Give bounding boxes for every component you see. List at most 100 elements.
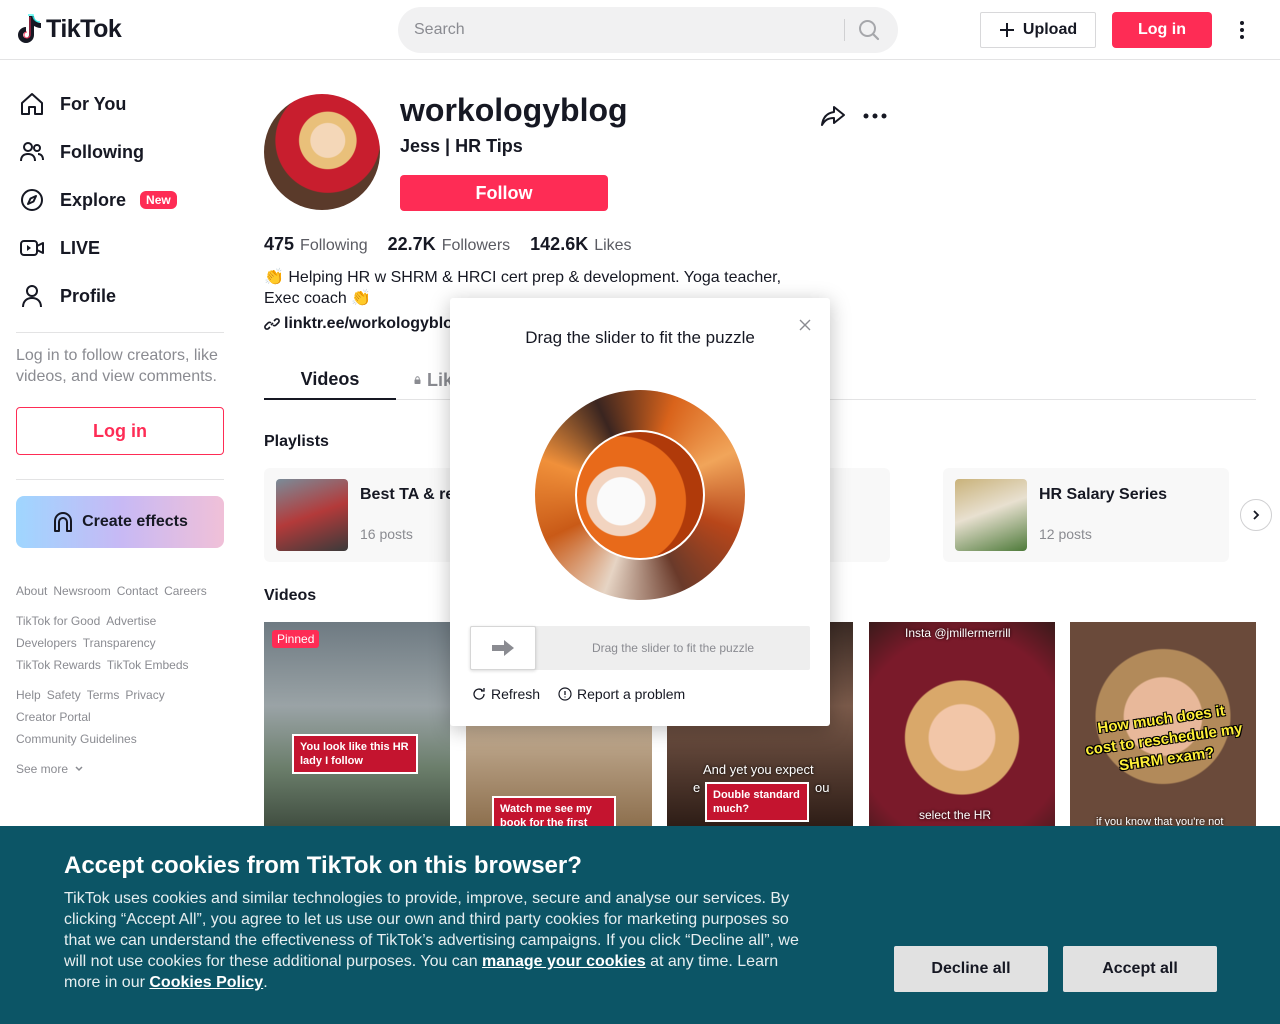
- video-card[interactable]: Pinned You look like this HR lady I foll…: [264, 622, 450, 832]
- video-caption-top: Insta @jmillermerrill: [905, 626, 1011, 640]
- upload-button[interactable]: Upload: [980, 12, 1096, 48]
- followers-stat[interactable]: 22.7K Followers: [388, 234, 511, 255]
- tab-videos[interactable]: Videos: [264, 360, 396, 400]
- create-effects-button[interactable]: Create effects: [16, 496, 224, 548]
- video-caption-top: And yet you expect: [703, 762, 814, 777]
- profile-link[interactable]: linktr.ee/workologyblog: [264, 315, 463, 333]
- sidebar-item-explore[interactable]: Explore New: [16, 176, 224, 224]
- cookies-policy-link[interactable]: Cookies Policy: [149, 974, 263, 991]
- sidebar-item-label: Profile: [60, 285, 117, 306]
- following-stat[interactable]: 475 Following: [264, 234, 368, 255]
- captcha-slider-handle[interactable]: [470, 626, 536, 670]
- footer-link[interactable]: Newsroom: [53, 580, 110, 602]
- link-icon: [264, 318, 280, 330]
- playlist-card[interactable]: HR Salary Series 12 posts: [943, 468, 1229, 562]
- footer-link[interactable]: Privacy: [125, 684, 164, 706]
- video-caption-top: e: [693, 780, 701, 795]
- new-badge: New: [140, 191, 177, 209]
- footer-link[interactable]: Safety: [47, 684, 81, 706]
- arrow-right-icon: [492, 640, 514, 656]
- captcha-slider-track: Drag the slider to fit the puzzle: [470, 626, 810, 670]
- playlist-title: Best TA & re: [360, 486, 455, 503]
- report-problem-button[interactable]: Report a problem: [558, 686, 685, 702]
- users-icon: [16, 136, 48, 168]
- more-horizontal-icon[interactable]: [862, 103, 888, 129]
- cookie-text-part: .: [263, 974, 268, 991]
- cookie-text: TikTok uses cookies and similar technolo…: [64, 888, 814, 993]
- chevron-right-icon: [1253, 510, 1260, 520]
- refresh-button[interactable]: Refresh: [472, 686, 540, 702]
- video-caption: Double standard much?: [705, 782, 809, 822]
- videos-title: Videos: [264, 587, 317, 604]
- footer-link[interactable]: Transparency: [83, 632, 156, 654]
- see-more-toggle[interactable]: See more: [16, 758, 224, 780]
- create-effects-label: Create effects: [82, 513, 188, 530]
- live-icon: [16, 232, 48, 264]
- playlist-count: 12 posts: [1039, 526, 1092, 542]
- captcha-actions: Refresh Report a problem: [472, 686, 685, 702]
- captcha-slider-text: Drag the slider to fit the puzzle: [591, 641, 755, 655]
- chevron-down-icon: [75, 766, 83, 772]
- pinned-badge: Pinned: [272, 630, 320, 648]
- sidebar-item-label: Explore: [60, 189, 127, 210]
- profile-avatar: [264, 94, 380, 210]
- home-icon: [16, 88, 48, 120]
- footer-link[interactable]: Creator Portal: [16, 706, 91, 728]
- sidebar-item-for-you[interactable]: For You: [16, 80, 224, 128]
- cookie-title: Accept cookies from TikTok on this brows…: [64, 852, 582, 879]
- follow-button[interactable]: Follow: [400, 175, 608, 211]
- footer-link[interactable]: Help: [16, 684, 41, 706]
- close-icon[interactable]: [796, 316, 814, 334]
- footer-link[interactable]: TikTok Embeds: [107, 654, 189, 676]
- search-input[interactable]: [414, 7, 834, 53]
- footer-link[interactable]: Careers: [164, 580, 207, 602]
- top-header: TikTok Upload Log in: [0, 0, 1280, 60]
- video-card[interactable]: Insta @jmillermerrill select the HR: [869, 622, 1055, 832]
- captcha-title: Drag the slider to fit the puzzle: [525, 328, 755, 347]
- footer-link[interactable]: Community Guidelines: [16, 728, 137, 750]
- see-more-label: See more: [16, 762, 69, 776]
- footer-link[interactable]: Advertise: [106, 610, 156, 632]
- playlist-thumbnail: [955, 479, 1027, 551]
- login-prompt-text: Log in to follow creators, like videos, …: [16, 347, 218, 385]
- sidebar-item-live[interactable]: LIVE: [16, 224, 224, 272]
- footer-link[interactable]: Terms: [87, 684, 120, 706]
- tiktok-logo[interactable]: TikTok: [16, 14, 122, 44]
- header-login-button[interactable]: Log in: [1112, 12, 1212, 48]
- profile-link-text: linktr.ee/workologyblog: [284, 315, 463, 332]
- plus-icon: [999, 23, 1014, 37]
- likes-count: 142.6K: [530, 234, 589, 254]
- following-count: 475: [264, 234, 295, 254]
- playlists-title: Playlists: [264, 433, 329, 450]
- manage-cookies-link[interactable]: manage your cookies: [482, 953, 646, 970]
- tiktok-icon: [18, 14, 41, 43]
- search-icon: [859, 20, 880, 41]
- user-icon: [16, 280, 48, 312]
- video-card[interactable]: How much does it cost to reschedule my S…: [1070, 622, 1256, 832]
- accept-all-button[interactable]: Accept all: [1063, 946, 1217, 992]
- video-caption: You look like this HR lady I follow: [292, 734, 418, 774]
- footer-link[interactable]: Developers: [16, 632, 77, 654]
- profile-username: workologyblog: [400, 92, 628, 128]
- video-caption-top: ou: [815, 780, 830, 795]
- search-button[interactable]: [850, 13, 888, 47]
- sidebar-item-label: LIVE: [60, 237, 101, 258]
- more-menu-icon[interactable]: [1230, 18, 1254, 42]
- refresh-icon: [473, 688, 485, 700]
- footer-link[interactable]: TikTok for Good: [16, 610, 100, 632]
- video-caption: How much does it cost to reschedule my S…: [1084, 702, 1244, 775]
- video-caption: select the HR: [919, 808, 992, 822]
- footer-link[interactable]: About: [16, 580, 47, 602]
- footer-link[interactable]: Contact: [117, 580, 158, 602]
- share-icon[interactable]: [820, 103, 846, 129]
- footer-link[interactable]: TikTok Rewards: [16, 654, 101, 676]
- report-problem-label: Report a problem: [577, 686, 686, 702]
- sidebar-item-profile[interactable]: Profile: [16, 272, 224, 320]
- decline-all-button[interactable]: Decline all: [894, 946, 1048, 992]
- playlists-next-button[interactable]: [1240, 499, 1272, 531]
- sidebar-item-following[interactable]: Following: [16, 128, 224, 176]
- likes-label: Likes: [594, 237, 632, 254]
- sidebar-item-label: For You: [60, 93, 127, 114]
- compass-icon: [16, 184, 48, 216]
- sidebar-login-button[interactable]: Log in: [16, 407, 224, 455]
